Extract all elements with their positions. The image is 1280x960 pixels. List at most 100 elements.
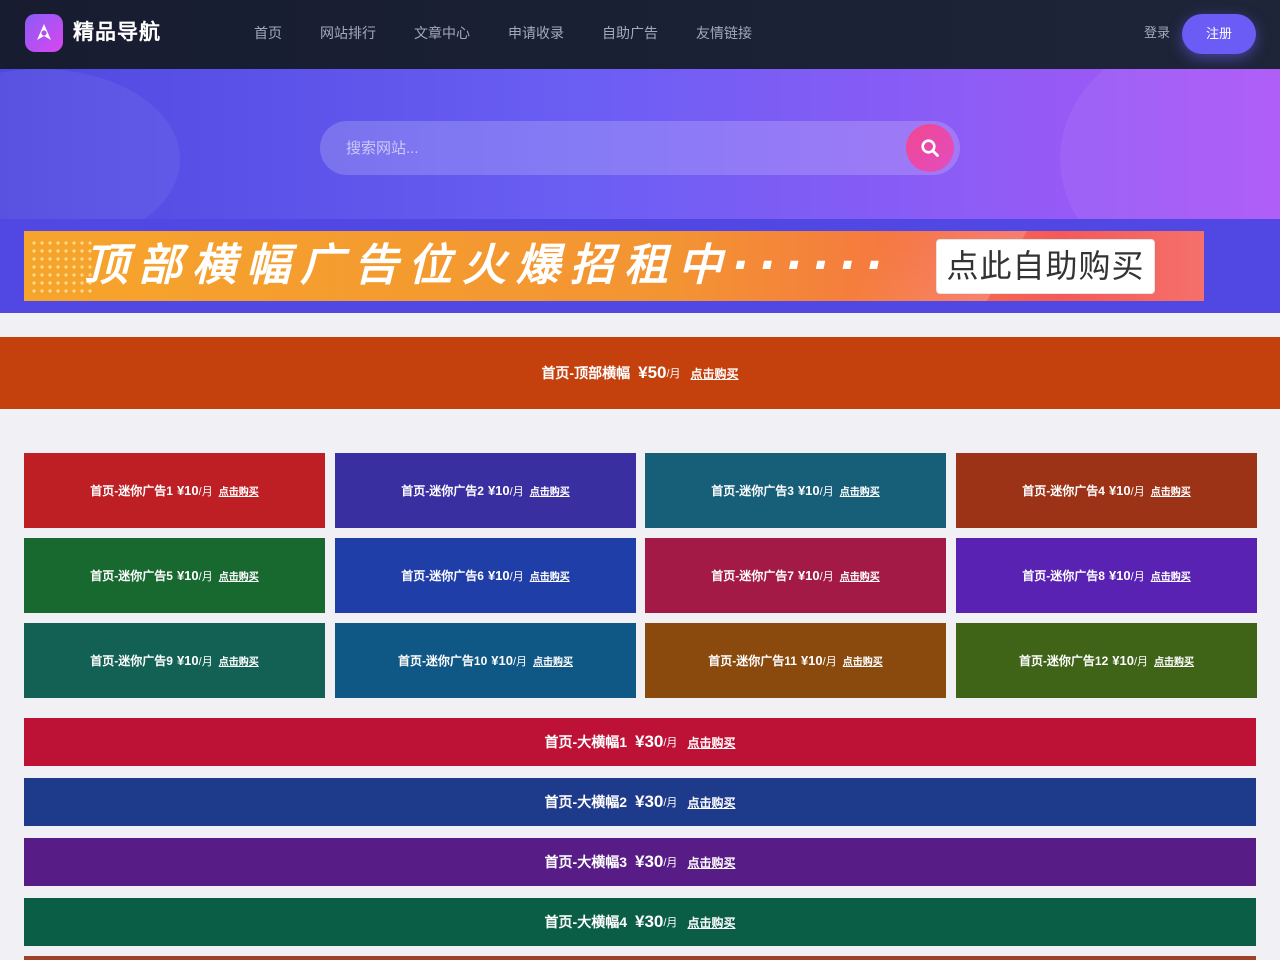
banner-buy-button[interactable]: 点此自助购买 xyxy=(936,239,1155,294)
search-icon xyxy=(921,139,939,157)
ad-slot-price: ¥10 xyxy=(1108,483,1131,498)
buy-link[interactable]: 点击购买 xyxy=(219,483,259,498)
mini-ad-slot[interactable]: 首页-迷你广告4 ¥10/月 点击购买 xyxy=(956,453,1257,528)
buy-link[interactable]: 点击购买 xyxy=(687,794,735,811)
mini-ad-slot[interactable]: 首页-迷你广告5 ¥10/月 点击购买 xyxy=(24,538,325,613)
ad-slot-price: ¥30 xyxy=(635,732,664,751)
ad-slot-unit: /月 xyxy=(822,655,837,668)
ad-slot-title: 首页-大横幅2 xyxy=(544,794,627,810)
banner-headline: 顶部横幅广告位火爆招租中······ xyxy=(84,240,893,291)
buy-link[interactable]: 点击购买 xyxy=(530,568,570,583)
mini-ad-slot[interactable]: 首页-迷你广告12 ¥10/月 点击购买 xyxy=(956,623,1257,698)
big-banner-ad-slot[interactable]: 首页-大横幅4 ¥30/月 点击购买 xyxy=(24,898,1256,946)
buy-link[interactable]: 点击购买 xyxy=(691,365,739,382)
ad-slot-title: 首页-顶部横幅 xyxy=(541,365,631,381)
buy-link[interactable]: 点击购买 xyxy=(840,568,880,583)
ad-slot-unit: /月 xyxy=(663,917,678,929)
ad-slot-price: ¥10 xyxy=(487,568,510,583)
ad-slot-unit: /月 xyxy=(198,570,213,583)
ad-slot-price: ¥10 xyxy=(176,568,199,583)
login-link[interactable]: 登录 xyxy=(1144,24,1170,42)
ad-slot-unit: /月 xyxy=(666,368,681,380)
ad-slot-price: ¥10 xyxy=(800,653,823,668)
buy-link[interactable]: 点击购买 xyxy=(1151,568,1191,583)
mini-ad-slot[interactable]: 首页-迷你广告10 ¥10/月 点击购买 xyxy=(335,623,636,698)
ad-slot-price: ¥10 xyxy=(797,568,820,583)
mini-ad-slot[interactable]: 首页-迷你广告2 ¥10/月 点击购买 xyxy=(335,453,636,528)
buy-link[interactable]: 点击购买 xyxy=(530,483,570,498)
ad-slot-title: 首页-迷你广告7 xyxy=(711,569,794,583)
ad-slot-unit: /月 xyxy=(663,737,678,749)
buy-link[interactable]: 点击购买 xyxy=(1151,483,1191,498)
buy-link[interactable]: 点击购买 xyxy=(840,483,880,498)
next-ad-slot-edge xyxy=(24,956,1256,960)
buy-link[interactable]: 点击购买 xyxy=(219,653,259,668)
ad-slot-price: ¥10 xyxy=(487,483,510,498)
nav-item-articles[interactable]: 文章中心 xyxy=(414,24,470,42)
mini-ad-slot[interactable]: 首页-迷你广告6 ¥10/月 点击购买 xyxy=(335,538,636,613)
buy-link[interactable]: 点击购买 xyxy=(533,653,573,668)
ad-slot-title: 首页-大横幅3 xyxy=(544,854,627,870)
ad-slot-unit: /月 xyxy=(198,485,213,498)
ad-slot-unit: /月 xyxy=(819,485,834,498)
register-button[interactable]: 注册 xyxy=(1182,14,1256,54)
ad-slot-title: 首页-迷你广告11 xyxy=(708,654,797,668)
nav-item-self-service-ads[interactable]: 自助广告 xyxy=(602,24,658,42)
buy-link[interactable]: 点击购买 xyxy=(687,854,735,871)
mini-ad-slot[interactable]: 首页-迷你广告3 ¥10/月 点击购买 xyxy=(645,453,946,528)
nav-item-submit-site[interactable]: 申请收录 xyxy=(508,24,564,42)
search-bar xyxy=(320,121,960,175)
ad-slot-price: ¥10 xyxy=(176,653,199,668)
ad-slot-title: 首页-迷你广告4 xyxy=(1022,484,1105,498)
buy-link[interactable]: 点击购买 xyxy=(843,653,883,668)
ad-slot-title: 首页-迷你广告8 xyxy=(1022,569,1105,583)
rocket-icon[interactable] xyxy=(25,14,63,52)
site-name[interactable]: 精品导航 xyxy=(73,19,161,47)
ad-slot-unit: /月 xyxy=(513,655,528,668)
ad-slot-title: 首页-大横幅1 xyxy=(544,734,627,750)
ad-slot-unit: /月 xyxy=(663,797,678,809)
ad-slot-price: ¥10 xyxy=(797,483,820,498)
mini-ad-slot[interactable]: 首页-迷你广告1 ¥10/月 点击购买 xyxy=(24,453,325,528)
nav-item-home[interactable]: 首页 xyxy=(254,24,282,42)
mini-ad-slot[interactable]: 首页-迷你广告9 ¥10/月 点击购买 xyxy=(24,623,325,698)
ad-slot-title: 首页-迷你广告6 xyxy=(401,569,484,583)
big-banner-ad-slot[interactable]: 首页-大横幅3 ¥30/月 点击购买 xyxy=(24,838,1256,886)
ad-slot-title: 首页-迷你广告9 xyxy=(90,654,173,668)
top-navbar: 精品导航 首页 网站排行 文章中心 申请收录 自助广告 友情链接 登录 注册 xyxy=(0,0,1280,69)
search-button[interactable] xyxy=(906,124,954,172)
ad-slot-unit: /月 xyxy=(663,857,678,869)
ad-slot-title: 首页-大横幅4 xyxy=(544,914,627,930)
mini-ad-slot[interactable]: 首页-迷你广告7 ¥10/月 点击购买 xyxy=(645,538,946,613)
ad-slot-title: 首页-迷你广告12 xyxy=(1018,654,1109,668)
big-banner-ad-slot[interactable]: 首页-大横幅2 ¥30/月 点击购买 xyxy=(24,778,1256,826)
ad-slot-title: 首页-迷你广告5 xyxy=(90,569,173,583)
ad-slot-unit: /月 xyxy=(1130,570,1145,583)
ad-slot-title: 首页-迷你广告10 xyxy=(397,654,488,668)
ad-slot-title: 首页-迷你广告3 xyxy=(711,484,794,498)
nav-item-friend-links[interactable]: 友情链接 xyxy=(696,24,752,42)
ad-slot-price: ¥10 xyxy=(1112,653,1134,668)
buy-link[interactable]: 点击购买 xyxy=(687,734,735,751)
nav-item-ranking[interactable]: 网站排行 xyxy=(320,24,376,42)
buy-link[interactable]: 点击购买 xyxy=(219,568,259,583)
mini-ad-slot[interactable]: 首页-迷你广告8 ¥10/月 点击购买 xyxy=(956,538,1257,613)
ad-slot-unit: /月 xyxy=(1130,485,1145,498)
search-input[interactable] xyxy=(346,138,906,158)
top-banner-ad-slot[interactable]: 首页-顶部横幅 ¥50 /月 点击购买 xyxy=(0,337,1280,409)
buy-link[interactable]: 点击购买 xyxy=(1154,653,1194,668)
ad-slot-price: ¥30 xyxy=(635,912,664,931)
ad-slot-title: 首页-迷你广告1 xyxy=(90,484,173,498)
ad-slot-unit: /月 xyxy=(509,485,524,498)
buy-link[interactable]: 点击购买 xyxy=(687,914,735,931)
ad-slot-unit: /月 xyxy=(198,655,213,668)
ad-slot-unit: /月 xyxy=(819,570,834,583)
ad-slot-unit: /月 xyxy=(509,570,524,583)
top-banner-ad[interactable]: 顶部横幅广告位火爆招租中······ 点此自助购买 xyxy=(24,231,1204,301)
mini-ad-slot[interactable]: 首页-迷你广告11 ¥10/月 点击购买 xyxy=(645,623,946,698)
big-banner-ad-slot[interactable]: 首页-大横幅1 ¥30/月 点击购买 xyxy=(24,718,1256,766)
ad-slot-price: ¥10 xyxy=(1108,568,1131,583)
ad-slot-price: ¥30 xyxy=(635,852,664,871)
ad-slot-price: ¥50 xyxy=(638,363,667,382)
ad-slot-price: ¥10 xyxy=(491,653,513,668)
